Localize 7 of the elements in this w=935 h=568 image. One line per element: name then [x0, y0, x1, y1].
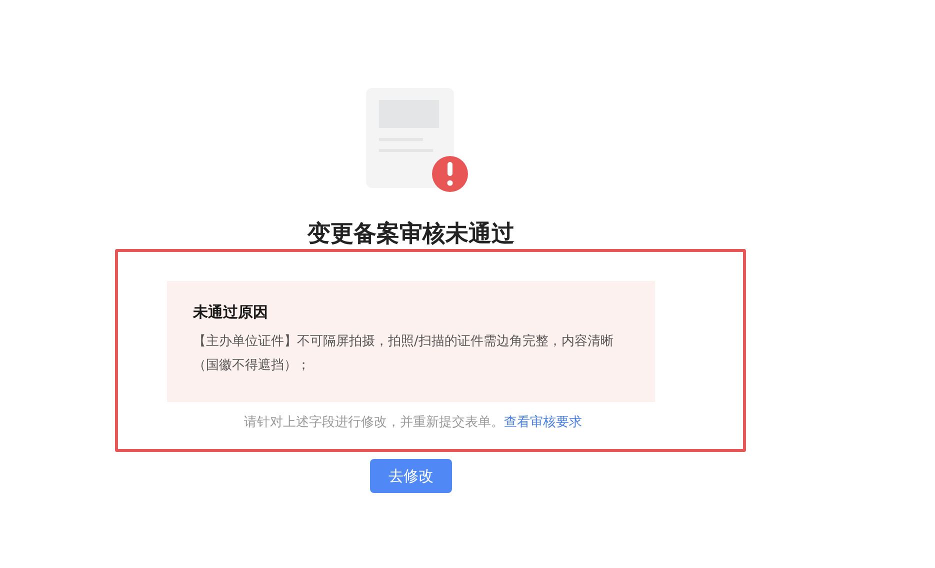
review-requirements-link[interactable]: 查看审核要求 — [504, 415, 582, 430]
page-title: 变更备案审核未通过 — [306, 220, 516, 249]
edit-button[interactable]: 去修改 — [370, 459, 452, 493]
reason-heading: 未通过原因 — [193, 302, 269, 323]
document-error-icon — [366, 88, 470, 193]
hint-text: 请针对上述字段进行修改，并重新提交表单。 — [244, 415, 504, 430]
reason-text: 【主办单位证件】不可隔屏拍摄，拍照/扫描的证件需边角完整，内容清晰（国徽不得遮挡）； — [193, 333, 614, 375]
